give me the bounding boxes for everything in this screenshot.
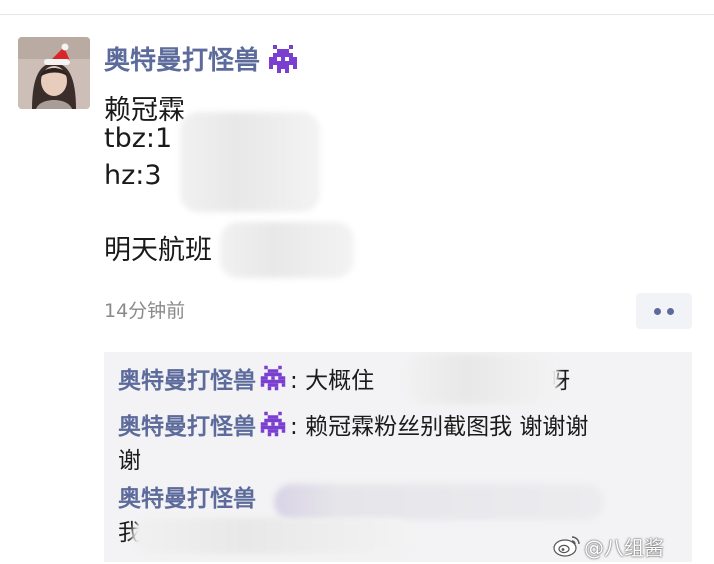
post-text-line-4: 明天航班 [104, 235, 212, 266]
post-author-label: 奥特曼打怪兽 [104, 46, 261, 76]
redaction-blur [220, 222, 354, 278]
avatar-photo-icon [18, 37, 90, 109]
top-divider [0, 14, 714, 15]
post-author-name[interactable]: 奥特曼打怪兽 [104, 40, 300, 77]
more-options-icon [654, 307, 661, 315]
avatar[interactable] [18, 37, 90, 109]
post-timestamp: 14分钟前 [104, 300, 186, 322]
space-invader-emoji-icon [260, 365, 286, 391]
comment-text: 大概住 [305, 368, 375, 394]
redaction-blur [274, 484, 604, 520]
comment-author[interactable]: 奥特曼打怪兽 [118, 486, 256, 512]
more-options-button[interactable] [636, 293, 692, 329]
post-text-line-2: tbz:1 [104, 123, 173, 154]
more-options-icon [667, 307, 674, 315]
comment-text: 赖冠霖粉丝别截图我 谢谢谢 [305, 414, 589, 440]
comment-author[interactable]: 奥特曼打怪兽 [118, 414, 256, 440]
space-invader-emoji-icon [260, 411, 286, 437]
space-invader-emoji-icon [269, 44, 298, 73]
comment-text-wrap: 谢 [118, 448, 141, 474]
redaction-blur [180, 112, 320, 212]
weibo-logo-icon [553, 536, 580, 557]
watermark: @八组酱 [584, 536, 664, 560]
comment-section: 奥特曼打怪兽: 大概住中呀 奥特曼打怪兽: 赖冠霖粉丝别截图我 谢谢谢 谢 奥特… [104, 352, 692, 562]
post-text-line-3: hz:3 [104, 160, 162, 191]
comment-item: 奥特曼打怪兽 [118, 482, 256, 516]
comment-separator: : [290, 368, 306, 394]
comment-item: 奥特曼打怪兽: 赖冠霖粉丝别截图我 谢谢谢 [118, 410, 588, 444]
redaction-blur [132, 518, 412, 554]
comment-separator: : [290, 414, 306, 440]
post-text-line-1: 赖冠霖 [104, 95, 185, 126]
comment-author[interactable]: 奥特曼打怪兽 [118, 368, 256, 394]
redaction-blur [406, 354, 558, 404]
